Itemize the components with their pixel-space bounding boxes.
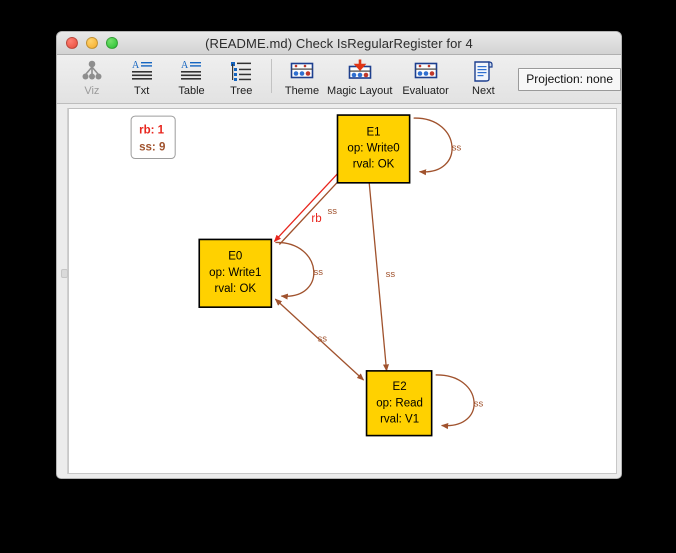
toolbar-label-magic-layout: Magic Layout bbox=[327, 85, 393, 97]
theme-icon bbox=[289, 58, 315, 84]
node-e2[interactable]: E2 op: Read rval: V1 bbox=[365, 370, 433, 437]
toolbar-label-table: Table bbox=[178, 85, 205, 97]
magic-layout-icon bbox=[347, 58, 373, 84]
toolbar-label-txt: Txt bbox=[134, 85, 150, 97]
node-e0-op: op: Write1 bbox=[209, 267, 261, 279]
toolbar-button-table[interactable]: A Table bbox=[167, 55, 217, 97]
node-e1[interactable]: E1 op: Write0 rval: OK bbox=[336, 114, 411, 184]
toolbar-button-viz[interactable]: Viz bbox=[67, 55, 117, 97]
edge-e2-self-ss: ss bbox=[435, 374, 484, 430]
toolbar-label-tree: Tree bbox=[230, 85, 253, 97]
toolbar-button-evaluator[interactable]: Evaluator bbox=[393, 55, 459, 97]
edge-e0-to-e1-ss: ss bbox=[278, 175, 344, 245]
txt-icon: A bbox=[130, 58, 154, 84]
node-e2-title: E2 bbox=[393, 381, 407, 393]
edge-label-e1-e2: ss bbox=[386, 269, 396, 280]
title-bar[interactable]: (README.md) Check IsRegularRegister for … bbox=[57, 32, 621, 55]
toolbar: Viz A Txt A Table Tree Theme Magic Layou… bbox=[57, 55, 621, 104]
edge-e0-self-ss: ss bbox=[275, 241, 323, 300]
node-e1-rval: rval: OK bbox=[353, 159, 395, 171]
toolbar-separator bbox=[271, 59, 273, 93]
tree-icon bbox=[229, 58, 253, 84]
edge-e1-self-ss: ss bbox=[413, 117, 462, 176]
application-window: (README.md) Check IsRegularRegister for … bbox=[56, 31, 622, 479]
close-button[interactable] bbox=[66, 37, 78, 49]
toolbar-button-theme[interactable]: Theme bbox=[277, 55, 327, 97]
toolbar-label-next: Next bbox=[472, 85, 495, 97]
edge-label-e2-self: ss bbox=[474, 398, 484, 409]
toolbar-label-viz: Viz bbox=[84, 85, 100, 97]
divider-grip[interactable] bbox=[61, 269, 68, 279]
toolbar-label-evaluator: Evaluator bbox=[402, 85, 449, 97]
split-pane-divider[interactable] bbox=[61, 108, 68, 474]
node-e0[interactable]: E0 op: Write1 rval: OK bbox=[198, 238, 273, 308]
table-icon: A bbox=[179, 58, 203, 84]
toolbar-button-next[interactable]: Next bbox=[458, 55, 508, 97]
evaluator-icon bbox=[413, 58, 439, 84]
legend-line-rb: rb: 1 bbox=[139, 124, 165, 136]
svg-text:A: A bbox=[132, 60, 140, 71]
viz-icon bbox=[80, 58, 104, 84]
toolbar-button-magic-layout[interactable]: Magic Layout bbox=[327, 55, 393, 97]
graph-canvas[interactable]: rb: 1 ss: 9 ss ss ss rb ss ss ss E1 op: … bbox=[68, 108, 617, 474]
node-e1-title: E1 bbox=[367, 126, 381, 138]
toolbar-button-txt[interactable]: A Txt bbox=[117, 55, 167, 97]
window-controls bbox=[66, 37, 118, 49]
legend: rb: 1 ss: 9 bbox=[130, 115, 176, 160]
toolbar-label-theme: Theme bbox=[284, 85, 320, 97]
minimize-button[interactable] bbox=[86, 37, 98, 49]
node-e2-rval: rval: V1 bbox=[380, 413, 419, 425]
zoom-button[interactable] bbox=[106, 37, 118, 49]
window-title: (README.md) Check IsRegularRegister for … bbox=[205, 35, 473, 51]
next-icon bbox=[472, 58, 494, 84]
edge-e0-e2-ss: ss bbox=[274, 298, 365, 381]
edge-label-e0-e1: ss bbox=[327, 206, 337, 217]
state-graph-svg: rb: 1 ss: 9 ss ss ss rb ss ss ss E1 op: … bbox=[130, 114, 484, 437]
toolbar-button-tree[interactable]: Tree bbox=[216, 55, 266, 97]
legend-line-ss: ss: 9 bbox=[139, 141, 165, 153]
node-e0-rval: rval: OK bbox=[215, 283, 257, 295]
svg-text:A: A bbox=[181, 60, 189, 71]
screen: (README.md) Check IsRegularRegister for … bbox=[0, 0, 676, 553]
edge-label-e1-self: ss bbox=[452, 142, 462, 153]
edge-label-e0-e2: ss bbox=[317, 334, 327, 345]
edge-e1-e2-ss: ss bbox=[366, 175, 396, 372]
content-area: rb: 1 ss: 9 ss ss ss rb ss ss ss E1 op: … bbox=[57, 104, 621, 478]
edge-label-rb: rb bbox=[311, 213, 321, 225]
projection-button[interactable]: Projection: none bbox=[518, 68, 621, 91]
node-e0-title: E0 bbox=[228, 251, 242, 263]
node-e2-op: op: Read bbox=[376, 397, 423, 409]
node-e1-op: op: Write0 bbox=[347, 142, 399, 154]
edge-label-e0-self: ss bbox=[313, 267, 323, 278]
